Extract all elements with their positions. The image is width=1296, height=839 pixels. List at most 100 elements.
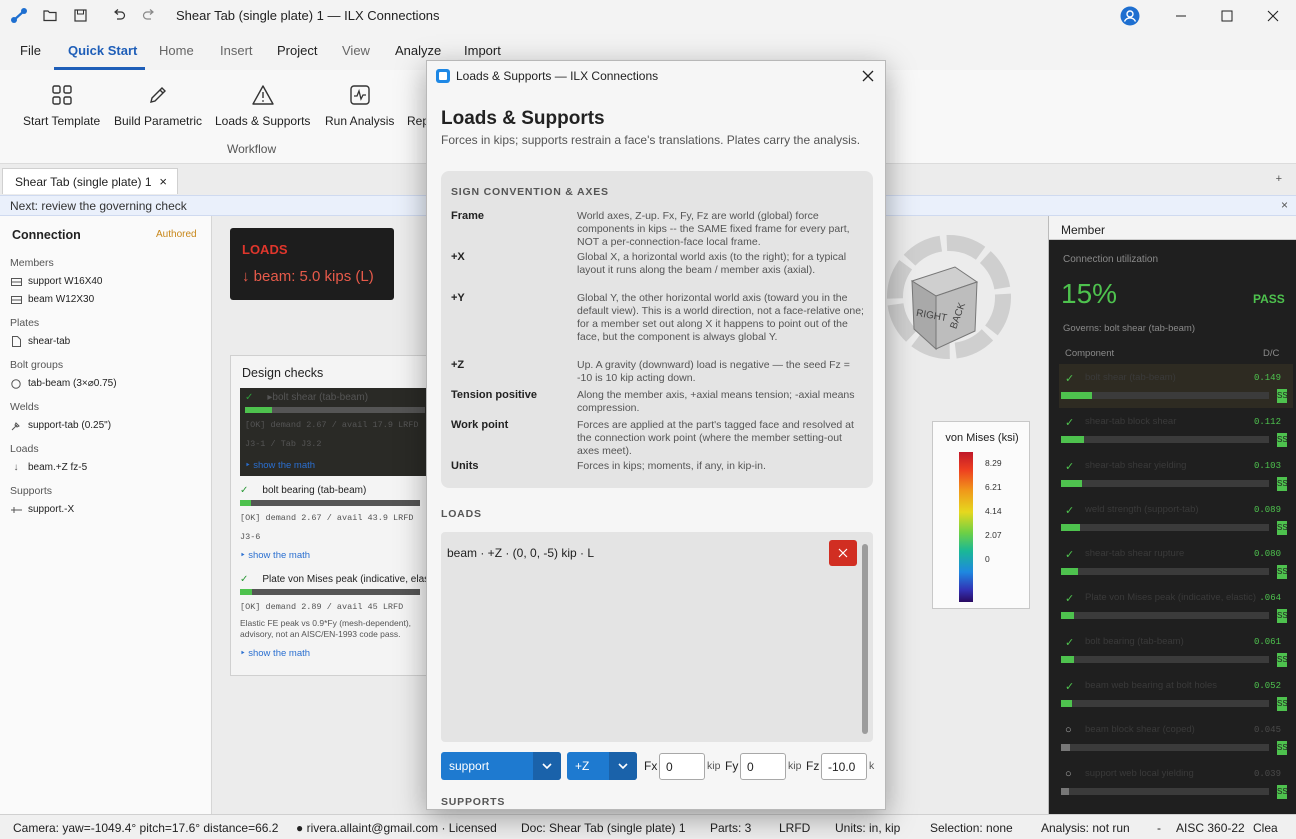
check-icon: ✓ (1065, 637, 1075, 649)
check-item[interactable]: ✓ ▸ bolt shear (tab-beam) [OK] demand 2.6… (245, 392, 429, 471)
component-row[interactable]: ○ support web local yielding 0.039 SS (1059, 760, 1293, 804)
check-ratio-bar (245, 407, 272, 413)
redo-icon[interactable] (142, 8, 156, 22)
fy-input[interactable]: 0 (740, 753, 786, 780)
tree-item-shear-tab[interactable]: shear-tab (10, 336, 70, 347)
tree-item-support-tab[interactable]: support-tab (0.25") (10, 420, 111, 431)
authored-badge: Authored (156, 229, 197, 240)
component-row[interactable]: ✓ shear-tab block shear 0.112 SS (1059, 408, 1293, 452)
menu-quick-start[interactable]: Quick Start (68, 43, 137, 58)
part-select[interactable]: support (441, 752, 561, 780)
maximize-button[interactable] (1204, 0, 1250, 32)
tree-item-load[interactable]: ↓ beam.+Z fz-5 (10, 462, 88, 473)
undo-icon[interactable] (112, 8, 126, 22)
dc-track (1061, 480, 1269, 487)
convention-text: Global Y, the other horizontal world axi… (577, 292, 864, 343)
dc-track (1061, 612, 1269, 619)
tab-shear-tab[interactable]: Shear Tab (single plate) 1 × (2, 168, 178, 194)
component-dc: 0.045 (1253, 725, 1281, 735)
ribbon-group-label: Workflow (227, 142, 277, 156)
fx-input[interactable]: 0 (659, 753, 705, 780)
pass-tag: SS (1277, 653, 1287, 667)
check-icon: ✓ (240, 574, 249, 585)
hint-close-icon[interactable]: × (1281, 198, 1288, 212)
dialog-heading: Loads & Supports (441, 108, 605, 129)
fz-input[interactable]: -10.0 (821, 753, 867, 780)
loads-supports-button[interactable]: Loads & Supports (215, 84, 310, 128)
component-row[interactable]: ✓ weld strength (support-tab) 0.089 SS (1059, 496, 1293, 540)
view-cube[interactable]: RIGHT BACK (885, 233, 1013, 361)
component-row[interactable]: ✓ bolt bearing (tab-beam) 0.061 SS (1059, 628, 1293, 672)
license-status: ● rivera.allaint@gmail.com · Licensed (296, 821, 497, 835)
member-icon (10, 277, 22, 287)
open-folder-icon[interactable] (43, 9, 58, 22)
status-bar: Camera: yaw=-1049.4° pitch=17.6° distanc… (0, 814, 1296, 839)
dc-track (1061, 524, 1269, 531)
dc-bar-fill (1061, 700, 1072, 707)
save-icon[interactable] (74, 9, 87, 22)
menu-file[interactable]: File (20, 43, 41, 58)
legend-tick: 2.07 (985, 530, 1002, 540)
menu-view[interactable]: View (342, 43, 370, 58)
dc-track (1061, 568, 1269, 575)
show-math-link[interactable]: ‣ show the math (245, 460, 429, 471)
component-row[interactable]: ✓ beam web bearing at bolt holes 0.052 SS (1059, 672, 1293, 716)
menu-insert[interactable]: Insert (220, 43, 253, 58)
tree-item-support-x[interactable]: support.-X (10, 504, 74, 515)
component-row[interactable]: ✓ shear-tab shear yielding 0.103 SS (1059, 452, 1293, 496)
component-row[interactable]: ✓ shear-tab shear rupture 0.080 SS (1059, 540, 1293, 584)
legend-color-bar (959, 452, 973, 602)
check-item[interactable]: ✓ bolt bearing (tab-beam) [OK] demand 2.6… (240, 485, 429, 561)
menu-analyze[interactable]: Analyze (395, 43, 441, 58)
component-dc: 0.052 (1253, 681, 1281, 691)
face-select[interactable]: +Z (567, 752, 637, 780)
convention-text: Forces in kips; moments, if any, in kip-… (577, 460, 766, 472)
component-row[interactable]: ✓ bolt shear (tab-beam) 0.149 SS (1059, 364, 1293, 408)
tab-close-icon[interactable]: × (159, 174, 167, 189)
show-math-link[interactable]: ‣ show the math (240, 648, 429, 659)
menu-import[interactable]: Import (464, 43, 501, 58)
tree-item-tab-beam[interactable]: tab-beam (3×⌀0.75) (10, 378, 117, 389)
convention-key: Work point (451, 419, 509, 431)
menu-home[interactable]: Home (159, 43, 194, 58)
run-analysis-button[interactable]: Run Analysis (325, 84, 394, 128)
minimize-button[interactable] (1158, 0, 1204, 32)
member-panel: Member Connection utilization 15% PASS G… (1048, 216, 1296, 814)
component-name: shear-tab block shear (1085, 416, 1177, 427)
sign-convention-box: SIGN CONVENTION & AXES Frame World axes,… (441, 171, 873, 488)
check-ratio-bar (240, 589, 252, 595)
account-icon[interactable] (1120, 6, 1140, 26)
check-item[interactable]: ✓ Plate von Mises peak (indicative, elast… (240, 574, 429, 659)
tree-item-beam[interactable]: beam W12X30 (10, 294, 94, 305)
bolt-groups-heading: Bolt groups (10, 359, 64, 371)
load-entry[interactable]: beam · +Z · (0, 0, -5) kip · L (447, 546, 594, 560)
dc-bar-fill (1061, 612, 1074, 619)
support-icon (10, 505, 22, 515)
connection-panel: Connection Authored Members support W16X… (0, 216, 212, 814)
component-row[interactable]: ✓ Plate von Mises peak (indicative, elast… (1059, 584, 1293, 628)
tree-item-support[interactable]: support W16X40 (10, 276, 103, 287)
show-math-link[interactable]: ‣ show the math (240, 550, 429, 561)
start-template-button[interactable]: Start Template (23, 84, 100, 128)
component-row[interactable]: ○ beam block shear (coped) 0.045 SS (1059, 716, 1293, 760)
design-checks-title: Design checks (242, 366, 324, 380)
supports-heading: Supports (10, 485, 53, 497)
close-window-button[interactable] (1250, 0, 1296, 32)
dialog-app-icon (436, 69, 450, 83)
delete-load-button[interactable] (829, 540, 857, 566)
build-parametric-button[interactable]: Build Parametric (114, 84, 202, 128)
loads-scrollbar[interactable] (862, 544, 868, 734)
check-icon: ✓ (240, 485, 249, 496)
weld-icon (10, 421, 22, 431)
component-dc: .064 (1259, 593, 1281, 603)
menu-project[interactable]: Project (277, 43, 317, 58)
tree-item-label: shear-tab (28, 336, 71, 347)
add-tab-button[interactable]: + (1276, 173, 1282, 185)
dialog-close-button[interactable] (857, 65, 879, 87)
convention-text: Along the member axis, +axial means tens… (577, 389, 855, 414)
loads-supports-label: Loads & Supports (215, 114, 311, 128)
status-separator: - (1157, 821, 1161, 835)
dialog-title: Loads & Supports — ILX Connections (456, 69, 659, 83)
convention-key: Frame (451, 210, 485, 222)
clear-button[interactable]: Clea (1253, 821, 1278, 835)
